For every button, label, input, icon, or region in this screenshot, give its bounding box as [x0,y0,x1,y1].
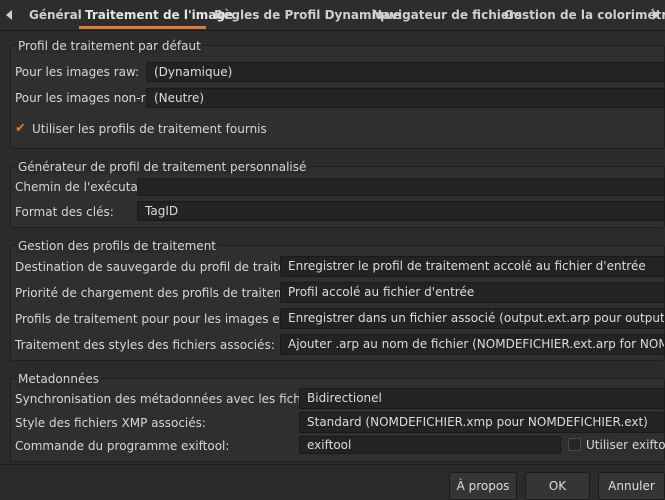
active-tab-indicator [79,26,206,29]
use-exiftool-label: Utiliser exiftool [586,438,665,452]
about-button[interactable]: À propos [449,472,517,500]
custom-generator-title: Générateur de profil de traitement perso… [16,160,309,174]
key-format-select[interactable]: TagID [137,201,665,221]
exiftool-command-input[interactable]: exiftool [299,436,561,454]
xmp-sync-select[interactable]: Bidirectionel [299,388,665,409]
load-priority-select[interactable]: Profil accolé au fichier d'entrée [280,282,665,303]
nonraw-images-label: Pour les images non-raw: [15,91,167,105]
save-destination-select[interactable]: Enregistrer le profil de traitement acco… [280,256,665,277]
tab-bar: Général Traitement de l'image Règles de … [0,0,665,31]
nonraw-profile-select[interactable]: (Neutre) [146,88,665,108]
save-destination-label: Destination de sauvegarde du profil de t… [15,260,321,274]
use-exiftool-checkbox[interactable] [568,438,581,451]
tab-file-browser[interactable]: Navigateur de fichiers [372,0,522,30]
raw-profile-select[interactable]: (Dynamique) [146,62,665,82]
executable-path-input[interactable] [137,178,665,196]
use-bundled-label: Utiliser les profils de traitement fourn… [32,122,267,136]
default-profile-title: Profil de traitement par défaut [16,39,203,53]
use-bundled-checkbox[interactable]: ✔ [14,122,27,135]
metadata-title: Metadonnées [16,372,101,386]
raw-images-label: Pour les images raw: [15,65,140,79]
ok-button[interactable]: OK [525,472,590,500]
output-profiles-select[interactable]: Enregistrer dans un fichier associé (out… [280,308,665,329]
tab-general[interactable]: Général [29,0,82,30]
tab-color-management[interactable]: Gestion de la colorimétrie [504,0,665,30]
exiftool-command-label: Commande du programme exiftool: [15,439,230,453]
key-format-label: Format des clés: [15,205,114,219]
load-priority-label: Priorité de chargement des profils de tr… [15,286,310,300]
sidecar-styles-label: Traitement des styles des fichiers assoc… [15,338,275,352]
profile-management-title: Gestion des profils de traitement [16,239,218,253]
sidecar-styles-select[interactable]: Ajouter .arp au nom de fichier (NOMDEFIC… [280,334,665,355]
footer-separator [0,464,665,465]
cancel-button[interactable]: Annuler [598,472,665,500]
scroll-right-icon[interactable] [653,10,659,20]
xmp-style-label: Style des fichiers XMP associés: [15,416,206,430]
xmp-style-select[interactable]: Standard (NOMDEFICHIER.xmp pour NOMDEFIC… [299,412,665,433]
scroll-left-icon[interactable] [6,10,12,20]
